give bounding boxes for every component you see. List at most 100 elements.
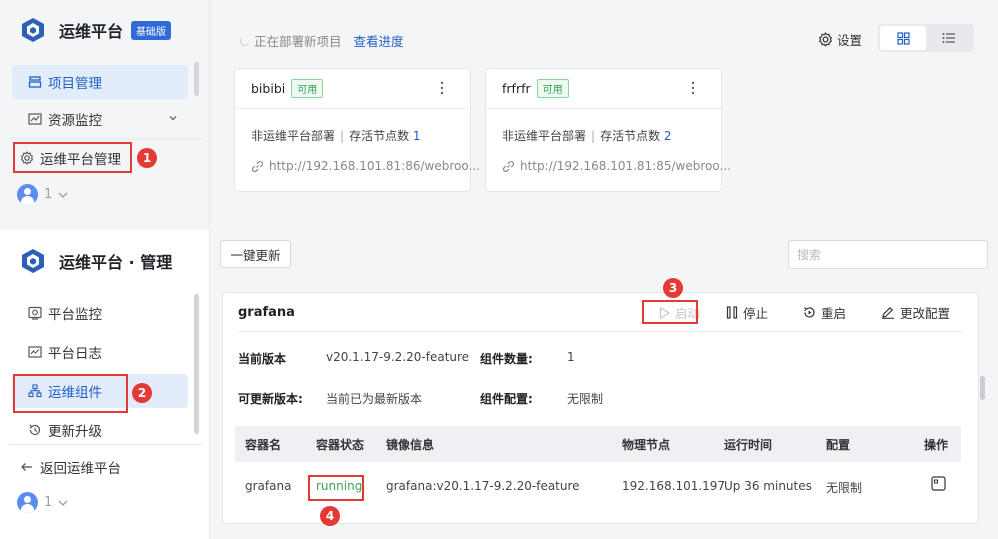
component-name: grafana	[238, 305, 295, 320]
uptime: Up 36 minutes	[724, 479, 812, 493]
grid-icon	[896, 31, 910, 45]
sidebar-scrollbar[interactable]	[194, 294, 199, 434]
link-icon	[503, 160, 514, 172]
deploy-status: 正在部署新项目 查看进度	[240, 31, 404, 50]
config-value: 无限制	[826, 481, 863, 495]
more-options-icon[interactable]	[440, 81, 444, 95]
content-scrollbar[interactable]	[980, 376, 985, 400]
stop-label: 停止	[743, 306, 769, 321]
user-count: 1	[44, 187, 53, 202]
edition-badge: 基础版	[131, 20, 172, 40]
terminal-icon[interactable]	[931, 476, 946, 491]
component-config-label: 组件配置:	[480, 392, 533, 406]
sidebar-item-resource-monitor[interactable]: 资源监控	[12, 102, 188, 136]
settings-button[interactable]: 设置	[818, 30, 862, 49]
user-count: 1	[44, 495, 53, 510]
sidebar-scrollbar[interactable]	[194, 62, 199, 96]
link-icon	[252, 160, 263, 172]
project-card[interactable]: frfrfr 可用 非运维平台部署 | 存活节点数 2 http://192.168…	[485, 68, 731, 192]
search-input[interactable]	[788, 240, 988, 269]
top-sidebar: 运维平台 基础版 项目管理 资源监控 运维平台管理 1	[0, 0, 210, 230]
status-badge: 可用	[291, 79, 324, 98]
sidebar-item-label: 平台日志	[48, 346, 102, 362]
brand-title: 运维平台	[59, 22, 124, 41]
nodes-count: 1	[412, 129, 421, 143]
updatable-version-value: 当前已为最新版本	[326, 392, 423, 406]
container-name: grafana	[245, 479, 292, 493]
divider	[10, 444, 202, 445]
loading-spinner-icon	[240, 35, 250, 46]
status-badge: 可用	[536, 79, 569, 98]
sidebar-item-label: 项目管理	[48, 76, 102, 92]
project-url[interactable]: http://192.168.101.81:85/webroo...	[502, 159, 731, 173]
back-label: 返回运维平台	[40, 461, 121, 477]
restart-label: 重启	[821, 306, 847, 321]
sidebar-item-platform-log[interactable]: 平台日志	[12, 335, 188, 369]
project-card[interactable]: bibibi 可用 非运维平台部署 | 存活节点数 1 http://192.168…	[234, 68, 480, 192]
deploy-type: 非运维平台部署	[251, 129, 336, 143]
nodes-label: 存活节点数	[600, 129, 661, 143]
brand: 运维平台 基础版	[20, 17, 172, 43]
sidebar-item-label: 平台监控	[48, 307, 102, 323]
project-url[interactable]: http://192.168.101.81:86/webroo...	[251, 159, 480, 173]
list-view-button[interactable]	[926, 26, 972, 50]
monitor-chart-icon	[28, 113, 42, 125]
change-config-label: 更改配置	[900, 306, 951, 321]
updatable-version-label: 可更新版本:	[238, 392, 303, 406]
change-config-button[interactable]: 更改配置	[881, 303, 950, 322]
avatar	[17, 184, 38, 205]
sidebar-item-platform-monitor[interactable]: 平台监控	[12, 296, 188, 330]
platform-monitor-icon	[28, 306, 42, 320]
annotation-box	[13, 142, 132, 173]
sidebar-item-update-upgrade[interactable]: 更新升级	[12, 413, 188, 447]
annotation-number: 4	[320, 506, 340, 526]
column-header: 操作	[924, 438, 949, 452]
component-config-value: 无限制	[567, 392, 604, 406]
pause-icon	[726, 306, 738, 319]
project-name: frfrfr	[502, 81, 531, 96]
deploy-status-text: 正在部署新项目	[254, 34, 342, 49]
current-version-label: 当前版本	[238, 352, 287, 366]
gear-icon	[818, 32, 833, 47]
arrow-left-icon	[21, 463, 32, 471]
project-icon	[28, 76, 42, 88]
chevron-down-icon	[169, 116, 177, 121]
column-header: 容器状态	[316, 438, 365, 452]
grid-view-button[interactable]	[880, 26, 926, 50]
restart-button[interactable]: 重启	[803, 303, 846, 322]
sidebar-item-projects[interactable]: 项目管理	[12, 65, 188, 99]
one-click-update-button[interactable]: 一键更新	[220, 240, 291, 268]
annotation-number: 3	[663, 278, 683, 298]
project-card-header: bibibi 可用	[235, 69, 470, 109]
component-count-label: 组件数量:	[480, 352, 533, 366]
log-icon	[28, 346, 42, 358]
annotation-box	[642, 300, 698, 324]
annotation-box	[13, 374, 128, 413]
settings-label: 设置	[837, 33, 863, 48]
project-url-text: http://192.168.101.81:86/webroo...	[269, 159, 480, 173]
back-to-platform-link[interactable]: 返回运维平台	[8, 450, 184, 484]
user-menu[interactable]: 1	[17, 492, 69, 513]
restart-icon	[804, 307, 815, 318]
sidebar-item-label: 资源监控	[48, 113, 102, 129]
component-count-value: 1	[567, 350, 575, 364]
more-options-icon[interactable]	[691, 81, 695, 95]
column-header: 容器名	[245, 438, 282, 452]
annotation-number: 1	[137, 148, 157, 168]
project-info: 非运维平台部署 | 存活节点数 1	[251, 129, 421, 143]
divider	[10, 138, 202, 139]
brand: 运维平台 · 管理	[20, 248, 172, 274]
stop-button[interactable]: 停止	[726, 303, 768, 322]
edit-icon	[882, 306, 894, 319]
top-main: 正在部署新项目 查看进度 设置 bibibi 可用 非运维平台部署 | 存活节点…	[210, 0, 998, 230]
view-progress-link[interactable]: 查看进度	[354, 31, 404, 50]
physical-node: 192.168.101.197	[622, 479, 726, 493]
cube-logo-icon	[22, 249, 44, 273]
column-header: 镜像信息	[386, 438, 435, 452]
update-icon	[29, 424, 41, 436]
cube-logo-icon	[22, 18, 44, 42]
column-header: 物理节点	[622, 438, 671, 452]
user-menu[interactable]: 1	[17, 184, 69, 205]
avatar	[17, 492, 38, 513]
list-icon	[942, 33, 955, 43]
